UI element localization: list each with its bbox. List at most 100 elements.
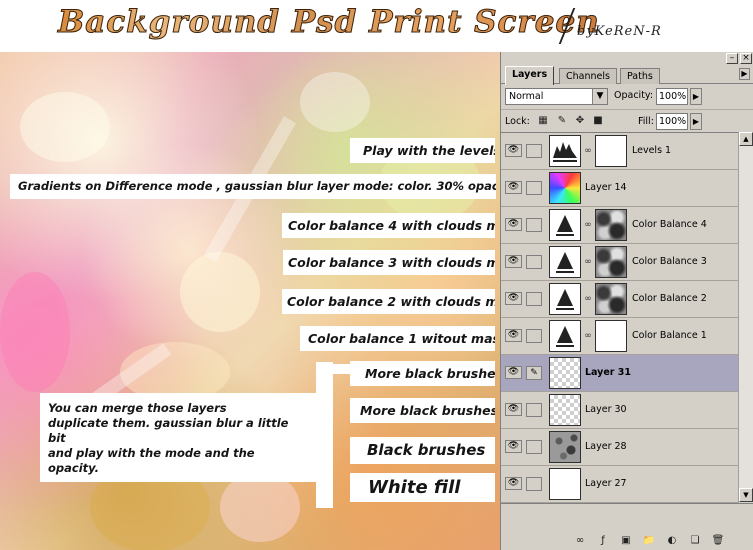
add-mask-icon[interactable]: ▣ <box>619 534 633 547</box>
banner-white-fill: White fill <box>350 473 495 502</box>
new-fill-adjustment-icon[interactable]: ◐ <box>665 534 679 547</box>
lock-paint-icon[interactable]: ✎ <box>556 115 568 127</box>
opacity-slider-button[interactable]: ▶ <box>690 88 702 105</box>
mask-link-icon[interactable]: ∞ <box>584 256 592 268</box>
eye-icon[interactable]: 👁 <box>505 292 522 305</box>
fill-slider-button[interactable]: ▶ <box>690 113 702 130</box>
lock-transparency-icon[interactable]: ▦ <box>537 115 549 127</box>
banner-black-brushes: Black brushes <box>350 437 495 464</box>
link-slot[interactable] <box>526 403 542 417</box>
layer-mask-thumbnail[interactable] <box>595 209 627 241</box>
link-slot[interactable] <box>526 144 542 158</box>
lock-position-icon[interactable]: ✥ <box>574 115 586 127</box>
link-layers-icon[interactable]: ∞ <box>573 534 587 547</box>
eye-icon[interactable]: 👁 <box>505 440 522 453</box>
tab-layers[interactable]: Layers <box>505 66 555 85</box>
scroll-down-icon[interactable]: ▼ <box>739 488 753 502</box>
eye-icon[interactable]: 👁 <box>505 366 522 379</box>
layer-row-layer-27[interactable]: 👁 Layer 27 <box>501 466 739 503</box>
layer-row-levels-1[interactable]: 👁 ∞ Levels 1 <box>501 133 739 170</box>
mask-link-icon[interactable]: ∞ <box>584 219 592 231</box>
layer-name: Color Balance 2 <box>632 293 707 304</box>
layer-row-layer-31[interactable]: 👁 ✎ Layer 31 <box>501 355 739 392</box>
levels-adjustment-icon <box>549 135 581 167</box>
candy-shape <box>0 272 70 392</box>
eye-icon[interactable]: 👁 <box>505 218 522 231</box>
layer-row-layer-28[interactable]: 👁 Layer 28 <box>501 429 739 466</box>
layers-list: 👁 ∞ Levels 1 👁 Layer 14 👁 ∞ Color Balanc… <box>501 132 739 503</box>
note-line: and play with the mode and the opacity. <box>48 446 255 475</box>
fill-label: Fill: <box>638 116 654 127</box>
layer-row-color-balance-1[interactable]: 👁 ∞ Color Balance 1 <box>501 318 739 355</box>
layer-row-layer-14[interactable]: 👁 Layer 14 <box>501 170 739 207</box>
link-slot[interactable] <box>526 181 542 195</box>
opacity-label: Opacity: <box>614 90 654 101</box>
layer-mask-thumbnail[interactable] <box>595 246 627 278</box>
color-balance-icon <box>549 320 581 352</box>
new-group-icon[interactable]: 📁 <box>642 534 656 547</box>
layer-row-color-balance-4[interactable]: 👁 ∞ Color Balance 4 <box>501 207 739 244</box>
layer-mask-thumbnail[interactable] <box>595 320 627 352</box>
link-slot[interactable] <box>526 440 542 454</box>
document-canvas[interactable]: Play with the levels Gradients on Differ… <box>0 52 500 550</box>
fill-input[interactable]: 100% <box>656 113 688 130</box>
eye-icon[interactable]: 👁 <box>505 255 522 268</box>
eye-icon[interactable]: 👁 <box>505 403 522 416</box>
candy-shape <box>180 252 260 332</box>
minimize-icon[interactable]: – <box>726 53 738 64</box>
eye-icon[interactable]: 👁 <box>505 144 522 157</box>
candy-shape <box>20 92 110 162</box>
banner-more-black-brushes-1: More black brushes <box>350 361 495 386</box>
close-icon[interactable]: × <box>740 53 752 64</box>
tab-paths[interactable]: Paths <box>620 68 660 84</box>
color-balance-icon <box>549 283 581 315</box>
delete-layer-icon[interactable]: 🗑 <box>711 534 725 547</box>
tab-channels[interactable]: Channels <box>559 68 617 84</box>
layer-name: Layer 31 <box>585 367 632 378</box>
layer-mask-thumbnail[interactable] <box>595 135 627 167</box>
eye-icon[interactable]: 👁 <box>505 181 522 194</box>
scroll-up-icon[interactable]: ▲ <box>739 132 753 146</box>
eye-icon[interactable]: 👁 <box>505 329 522 342</box>
banner-color-balance-4: Color balance 4 with clouds mask <box>282 213 495 238</box>
page-title: Background Psd Print Screen <box>58 4 600 41</box>
mask-link-icon[interactable]: ∞ <box>584 145 592 157</box>
layers-panel: – × Layers Channels Paths ▶ Normal ▼ Opa… <box>500 52 753 550</box>
layer-name: Layer 28 <box>585 441 627 452</box>
layer-mask-thumbnail[interactable] <box>595 283 627 315</box>
panel-menu-button[interactable]: ▶ <box>739 68 750 80</box>
mask-link-icon[interactable]: ∞ <box>584 330 592 342</box>
layer-name: Layer 14 <box>585 182 627 193</box>
panel-footer: ∞ ƒ ▣ 📁 ◐ ❏ 🗑 <box>501 503 753 550</box>
layers-scrollbar[interactable]: ▲ ▼ <box>738 132 753 502</box>
opacity-input[interactable]: 100% <box>656 88 688 105</box>
layer-thumbnail <box>549 172 581 204</box>
link-slot[interactable] <box>526 329 542 343</box>
lock-all-icon[interactable]: ■ <box>592 115 604 127</box>
link-slot[interactable] <box>526 218 542 232</box>
brush-icon[interactable]: ✎ <box>526 366 542 380</box>
mask-link-icon[interactable]: ∞ <box>584 293 592 305</box>
candy-shape <box>300 72 370 132</box>
candy-shape <box>220 472 300 542</box>
link-slot[interactable] <box>526 255 542 269</box>
new-layer-icon[interactable]: ❏ <box>688 534 702 547</box>
layer-name: Layer 30 <box>585 404 627 415</box>
eye-icon[interactable]: 👁 <box>505 477 522 490</box>
banner-color-balance-3: Color balance 3 with clouds mask <box>283 250 495 275</box>
blend-mode-select[interactable]: Normal ▼ <box>505 88 608 105</box>
link-slot[interactable] <box>526 477 542 491</box>
layer-name: Color Balance 1 <box>632 330 707 341</box>
banner-gradients: Gradients on Difference mode , gaussian … <box>10 174 496 199</box>
layer-row-color-balance-3[interactable]: 👁 ∞ Color Balance 3 <box>501 244 739 281</box>
link-slot[interactable] <box>526 292 542 306</box>
chevron-down-icon[interactable]: ▼ <box>592 89 607 104</box>
lock-row: Lock: ▦ ✎ ✥ ■ Fill: 100% ▶ <box>501 109 753 131</box>
add-layer-style-icon[interactable]: ƒ <box>596 534 610 547</box>
layer-row-layer-30[interactable]: 👁 Layer 30 <box>501 392 739 429</box>
panel-titlebar: – × <box>501 52 753 66</box>
layer-thumbnail <box>549 357 581 389</box>
note-line: You can merge those layers <box>48 401 227 415</box>
banner-more-black-brushes-2: More black brushes <box>350 398 495 423</box>
layer-row-color-balance-2[interactable]: 👁 ∞ Color Balance 2 <box>501 281 739 318</box>
